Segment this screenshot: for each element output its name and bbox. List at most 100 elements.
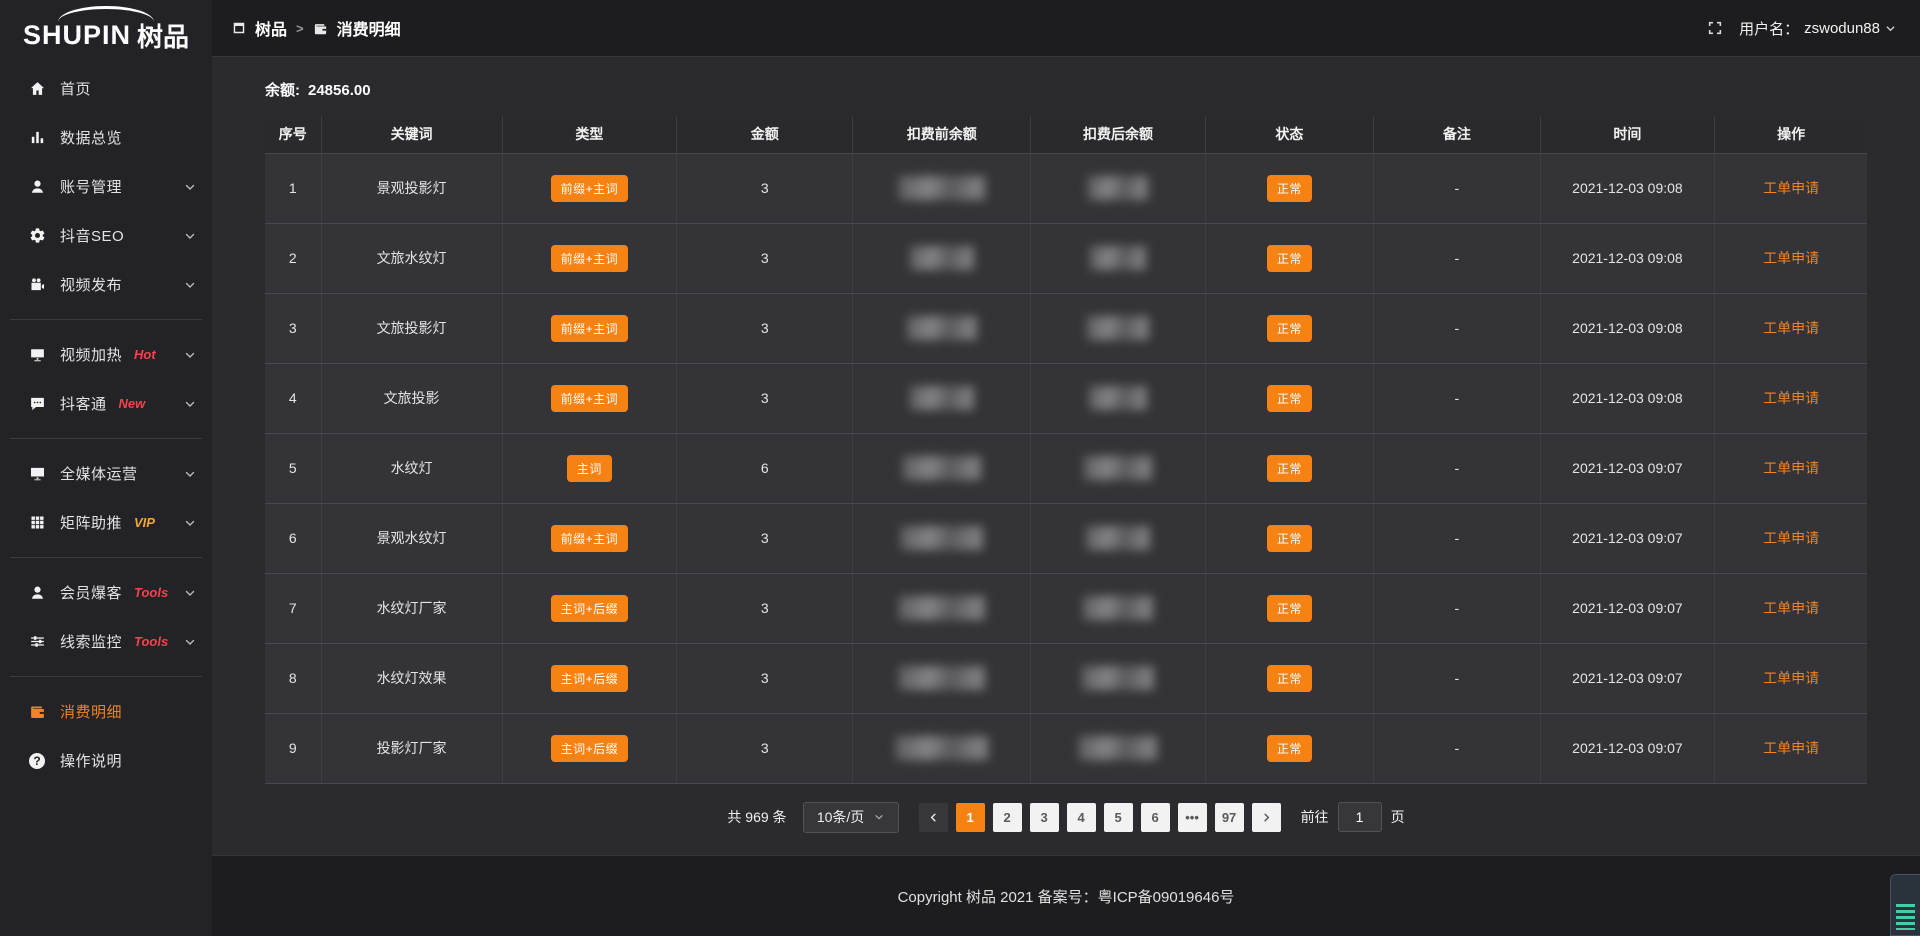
sidebar-item-media-operation[interactable]: 全媒体运营 [0,449,212,498]
jump-suffix: 页 [1391,807,1405,827]
user-icon [27,178,47,195]
breadcrumb: 树品 > 消费明细 [232,16,401,40]
sidebar-item-label: 会员爆客 [60,582,122,603]
breadcrumb-app[interactable]: 树品 [255,16,287,40]
sidebar-item-label: 数据总览 [60,127,122,148]
sidebar-item-member-baoke[interactable]: 会员爆客Tools [0,568,212,617]
work-order-link[interactable]: 工单申请 [1763,460,1819,476]
breadcrumb-page: 消费明细 [337,16,401,40]
cell-action: 工单申请 [1715,713,1867,783]
sidebar-item-data-overview[interactable]: 数据总览 [0,113,212,162]
cell-time: 2021-12-03 09:07 [1540,573,1715,643]
sidebar-item-douyin-seo[interactable]: 抖音SEO [0,211,212,260]
cell-keyword: 景观水纹灯 [321,503,502,573]
cell-type: 前缀+主词 [502,153,677,223]
cell-amount: 3 [677,153,853,223]
work-order-link[interactable]: 工单申请 [1763,670,1819,686]
sidebar-divider [10,557,202,558]
cell-type: 主词+后缀 [502,643,677,713]
sidebar-divider [10,676,202,677]
cell-keyword: 水纹灯效果 [321,643,502,713]
cell-amount: 3 [677,293,853,363]
user-menu[interactable]: 用户名：zswodun88 [1739,18,1896,39]
main-content: 余额:24856.00 序号关键词类型金额扣费前余额扣费后余额状态备注时间操作 … [212,57,1920,936]
sliders-icon [27,633,47,650]
work-order-link[interactable]: 工单申请 [1763,740,1819,756]
sidebar-item-account-manage[interactable]: 账号管理 [0,162,212,211]
cell-pre_balance [853,433,1031,503]
sidebar-item-label: 全媒体运营 [60,463,138,484]
type-badge: 前缀+主词 [551,175,629,202]
work-order-link[interactable]: 工单申请 [1763,250,1819,266]
column-header-remark: 备注 [1374,116,1541,153]
work-order-link[interactable]: 工单申请 [1763,530,1819,546]
prev-page-button[interactable] [919,803,948,832]
sidebar-item-douketong[interactable]: 抖客通New [0,379,212,428]
column-header-amount: 金额 [677,116,853,153]
sidebar-item-video-publish[interactable]: 视频发布 [0,260,212,309]
cell-index: 3 [265,293,321,363]
cell-amount: 3 [677,713,853,783]
table-row: 8水纹灯效果主词+后缀3正常-2021-12-03 09:07工单申请 [265,643,1867,713]
next-page-button[interactable] [1252,803,1281,832]
cell-type: 前缀+主词 [502,223,677,293]
sidebar: SHUPIN 树品 首页数据总览账号管理抖音SEO视频发布视频加热Hot抖客通N… [0,0,212,936]
cell-amount: 3 [677,573,853,643]
page-size-select[interactable]: 10条/页 [803,802,899,833]
chevron-down-icon [1885,23,1896,34]
page-button-6[interactable]: 6 [1141,803,1170,832]
sidebar-item-tag: Tools [134,634,168,649]
page-button-5[interactable]: 5 [1104,803,1133,832]
page-ellipsis-button[interactable]: ••• [1178,803,1207,832]
sidebar-item-matrix-boost[interactable]: 矩阵助推VIP [0,498,212,547]
top-header: 树品 > 消费明细 用户名：zswodun88 [212,0,1920,57]
sidebar-item-tag: New [119,396,146,411]
sidebar-item-video-heat[interactable]: 视频加热Hot [0,330,212,379]
cell-action: 工单申请 [1715,363,1867,433]
cell-time: 2021-12-03 09:08 [1540,293,1715,363]
status-badge: 正常 [1267,735,1312,762]
pagination-jump: 前往 页 [1301,802,1405,832]
work-order-link[interactable]: 工单申请 [1763,600,1819,616]
sidebar-item-label: 首页 [60,78,91,99]
status-badge: 正常 [1267,175,1312,202]
pagination: 共 969 条 10条/页 123456•••97 前往 页 [212,802,1920,833]
redacted-balance [899,596,985,620]
cell-status: 正常 [1205,363,1373,433]
page-button-97[interactable]: 97 [1215,803,1244,832]
type-badge: 主词 [567,455,612,482]
sidebar-item-instructions[interactable]: ?操作说明 [0,736,212,785]
table-row: 1景观投影灯前缀+主词3正常-2021-12-03 09:08工单申请 [265,153,1867,223]
cell-status: 正常 [1205,153,1373,223]
fullscreen-icon[interactable] [1707,20,1723,36]
status-badge: 正常 [1267,455,1312,482]
column-header-time: 时间 [1540,116,1715,153]
floating-chat-widget[interactable] [1890,874,1920,936]
work-order-link[interactable]: 工单申请 [1763,180,1819,196]
sidebar-item-label: 线索监控 [60,631,122,652]
page-button-3[interactable]: 3 [1030,803,1059,832]
sidebar-item-clue-monitor[interactable]: 线索监控 Tools [0,617,212,666]
work-order-link[interactable]: 工单申请 [1763,320,1819,336]
logo-text-en: SHUPIN [23,20,131,51]
redacted-balance [901,526,983,550]
cell-type: 主词+后缀 [502,573,677,643]
cell-index: 1 [265,153,321,223]
jump-page-input[interactable] [1338,802,1382,832]
type-badge: 主词+后缀 [551,665,629,692]
table-row: 7水纹灯厂家主词+后缀3正常-2021-12-03 09:07工单申请 [265,573,1867,643]
app-logo[interactable]: SHUPIN 树品 [0,0,212,64]
sidebar-divider [10,438,202,439]
column-header-action: 操作 [1715,116,1867,153]
page-button-1[interactable]: 1 [956,803,985,832]
cell-type: 前缀+主词 [502,363,677,433]
page-button-4[interactable]: 4 [1067,803,1096,832]
work-order-link[interactable]: 工单申请 [1763,390,1819,406]
type-badge: 前缀+主词 [551,385,629,412]
page-button-2[interactable]: 2 [993,803,1022,832]
cell-post_balance [1031,223,1206,293]
cell-pre_balance [853,153,1031,223]
sidebar-item-home[interactable]: 首页 [0,64,212,113]
balance-label: 余额: [265,82,300,99]
sidebar-item-consumption[interactable]: 消费明细 [0,687,212,736]
